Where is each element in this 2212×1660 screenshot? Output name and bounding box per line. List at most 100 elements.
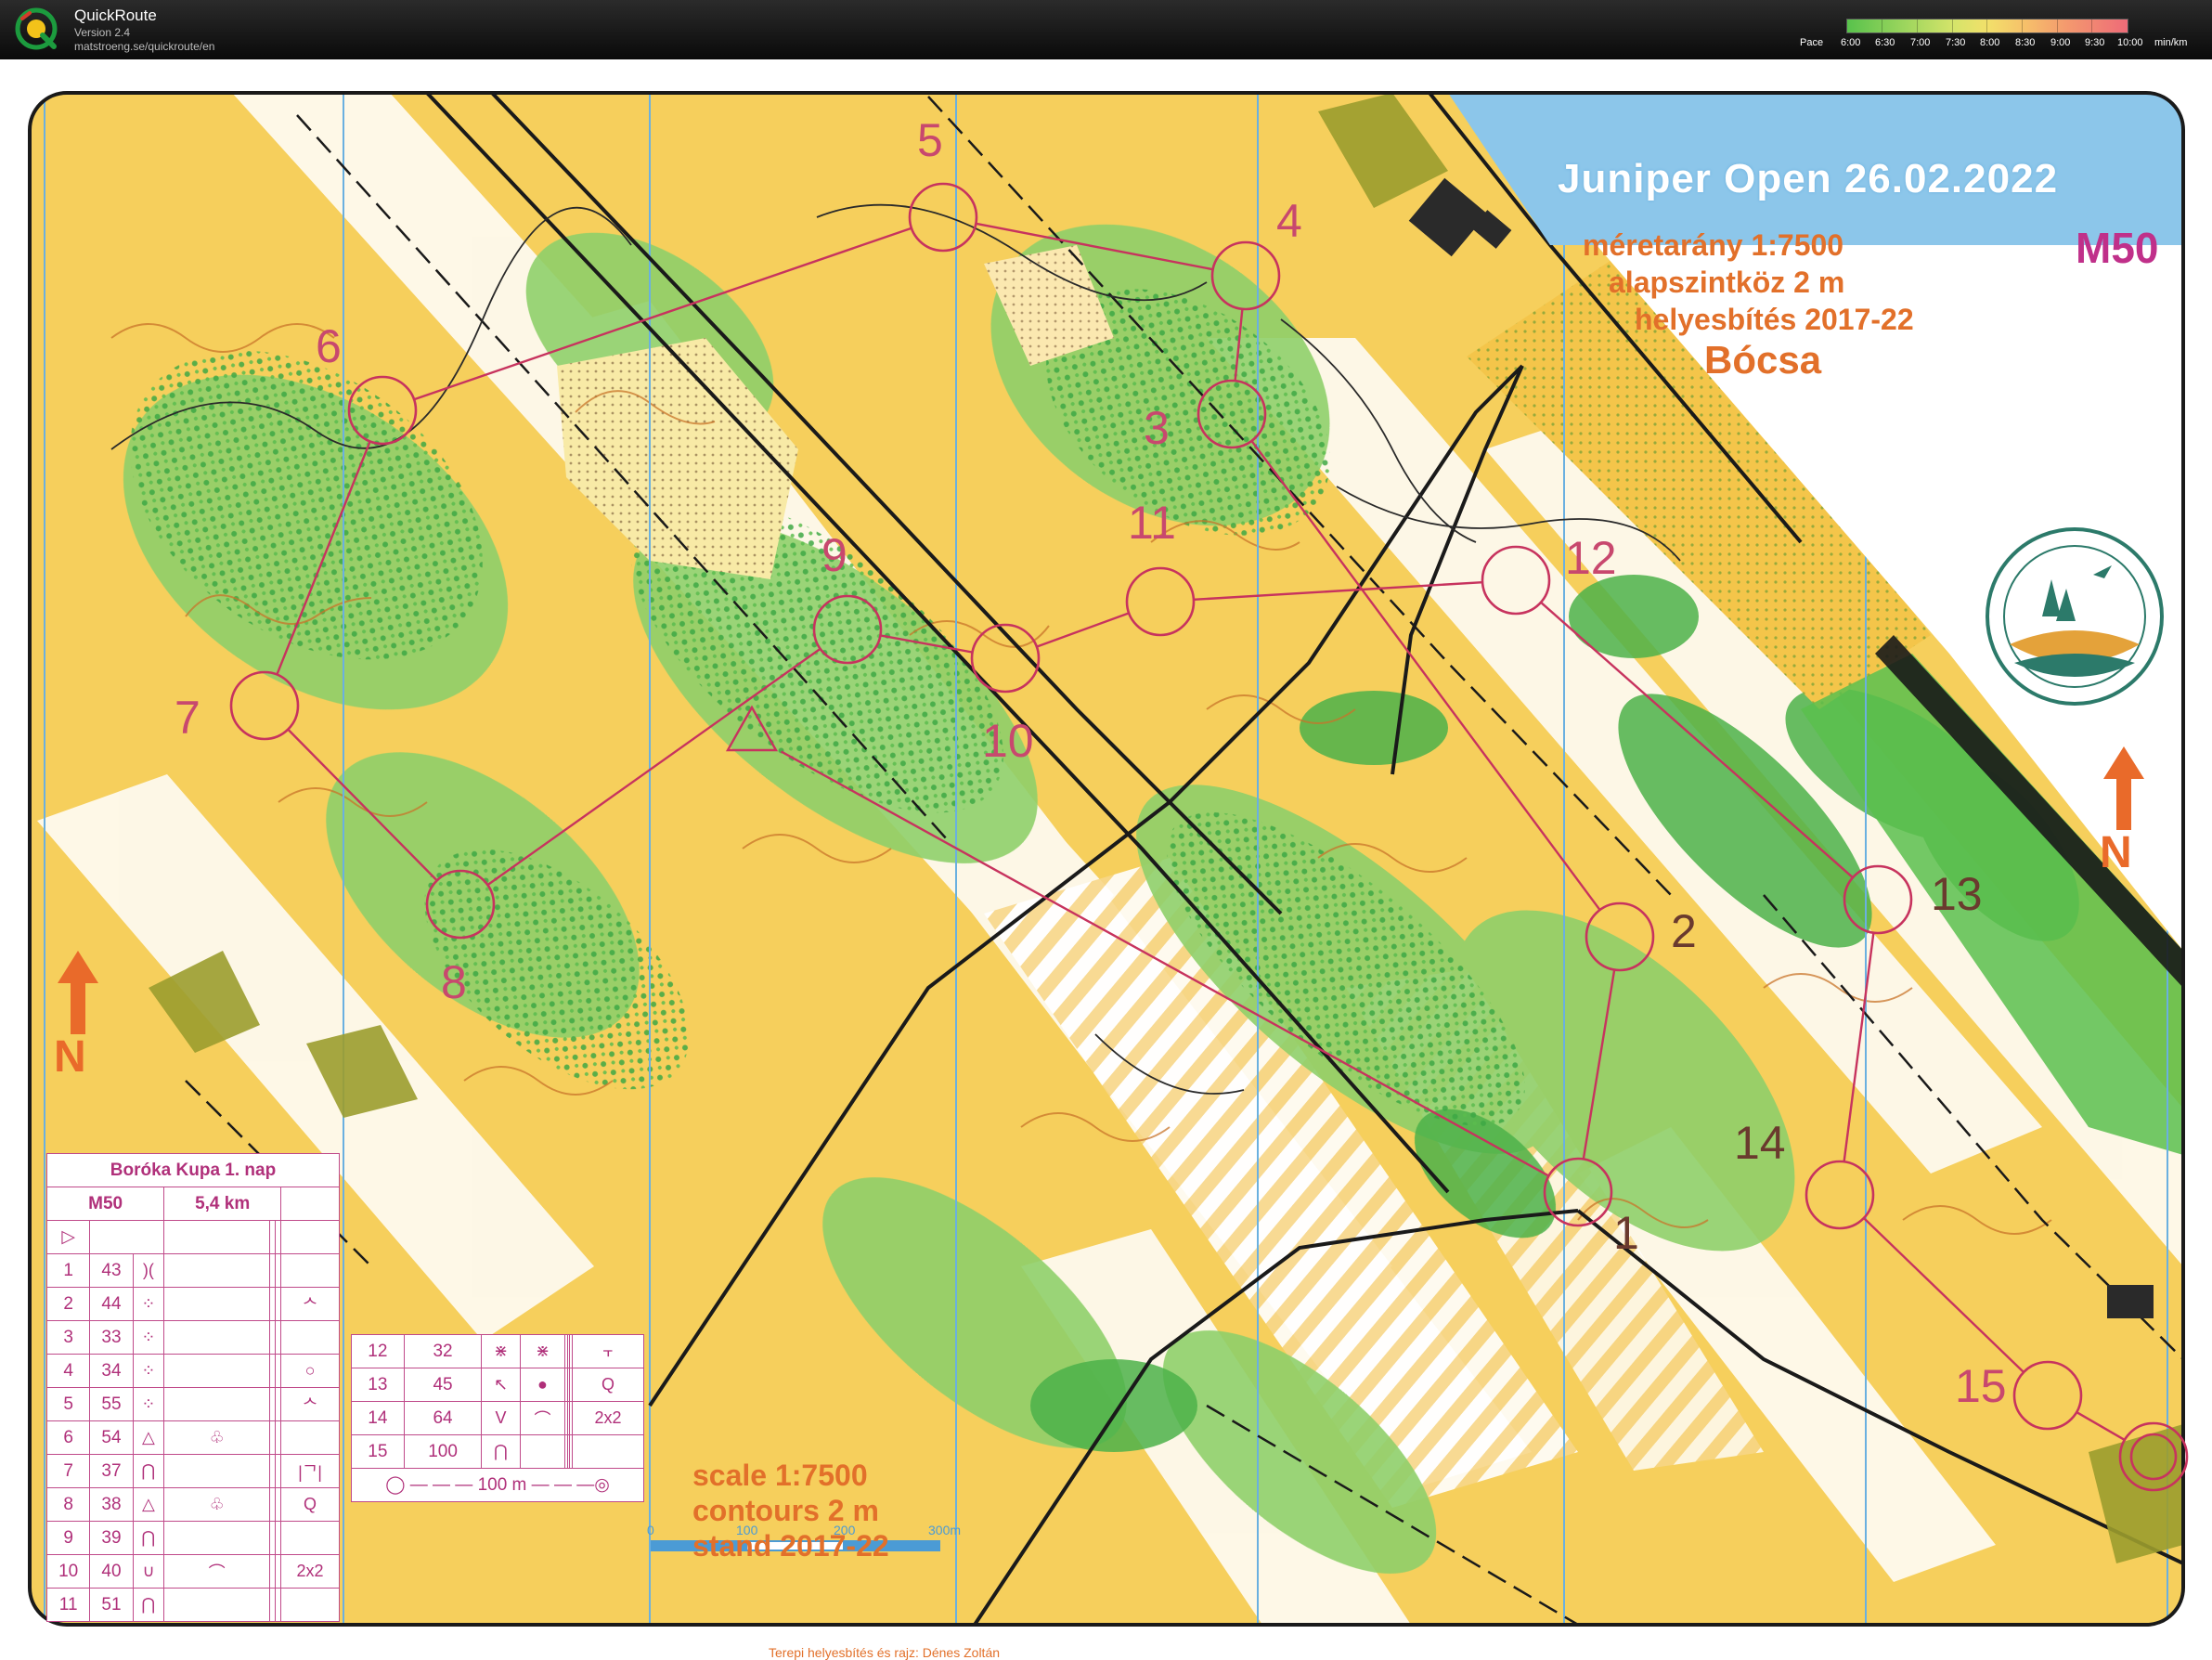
pace-tick: 7:00 bbox=[1910, 37, 1931, 48]
national-park-logo bbox=[1986, 527, 2164, 706]
position-symbol: 2x2 bbox=[280, 1554, 340, 1589]
control-number-13: 13 bbox=[1931, 868, 1983, 920]
control-code: 54 bbox=[89, 1420, 134, 1455]
pace-label: Pace bbox=[1800, 37, 1824, 48]
pace-tick: 6:30 bbox=[1875, 37, 1895, 48]
feature-detail-symbol bbox=[163, 1588, 271, 1622]
position-symbol: Q bbox=[571, 1368, 645, 1402]
description-row: 10 40 ∪ ⌒ 2x2 bbox=[45, 1554, 340, 1589]
description-row: 3 33 ⁘ bbox=[45, 1320, 340, 1355]
control-seq-number: 11 bbox=[45, 1588, 91, 1622]
position-symbol bbox=[280, 1521, 340, 1555]
description-row: 15 100 ⋂ bbox=[351, 1434, 645, 1469]
pace-tick: min/km bbox=[2154, 37, 2188, 48]
position-symbol bbox=[280, 1320, 340, 1355]
feature-detail-symbol: ⌒ bbox=[163, 1554, 271, 1589]
control-seq-number: 10 bbox=[45, 1554, 91, 1589]
control-seq-number: 5 bbox=[45, 1387, 91, 1421]
control-description-sheet: Boróka Kupa 1. nap M50 5,4 km ▷ 1 43)(2 44… bbox=[45, 1153, 340, 1622]
feature-symbol: ⋂ bbox=[132, 1588, 165, 1622]
map-contours-en: contours 2 m bbox=[692, 1494, 879, 1527]
svg-text:N: N bbox=[54, 1032, 86, 1082]
control-number-10: 10 bbox=[982, 715, 1034, 767]
feature-symbol: ⋂ bbox=[132, 1454, 165, 1488]
control-number-7: 7 bbox=[175, 692, 201, 744]
position-symbol: |ᄀ| bbox=[280, 1454, 340, 1488]
feature-detail-symbol: ♧ bbox=[163, 1487, 271, 1522]
position-symbol: 2x2 bbox=[571, 1401, 645, 1435]
control-number-11: 11 bbox=[1128, 497, 1176, 549]
control-code: 45 bbox=[403, 1368, 483, 1402]
position-symbol: Q bbox=[280, 1487, 340, 1522]
position-symbol bbox=[280, 1588, 340, 1622]
control-seq-number: 1 bbox=[45, 1253, 91, 1288]
feature-symbol: ↖ bbox=[481, 1368, 521, 1402]
control-code: 55 bbox=[89, 1387, 134, 1421]
scale-bar-label: 300m bbox=[928, 1523, 962, 1537]
pace-ticks: 6:00 6:30 7:00 7:30 8:00 8:30 9:00 9:30 … bbox=[1841, 37, 2199, 50]
feature-symbol: V bbox=[481, 1401, 521, 1435]
description-row: 14 64 V ⌒ 2x2 bbox=[351, 1401, 645, 1435]
position-symbol: ᄉ bbox=[280, 1387, 340, 1421]
description-row: 9 39 ⋂ bbox=[45, 1521, 340, 1555]
pace-tick: 9:30 bbox=[2085, 37, 2105, 48]
quickroute-logo-icon bbox=[15, 7, 58, 50]
description-row: 7 37 ⋂ |ᄀ| bbox=[45, 1454, 340, 1488]
control-seq-number: 14 bbox=[351, 1401, 405, 1435]
control-seq-number: 9 bbox=[45, 1521, 91, 1555]
position-symbol bbox=[280, 1253, 340, 1288]
position-symbol bbox=[280, 1420, 340, 1455]
pace-tick: 8:30 bbox=[2015, 37, 2036, 48]
feature-symbol: △ bbox=[132, 1420, 165, 1455]
course-class-label: M50 bbox=[2076, 224, 2159, 272]
finish-double-circle-icon: — — —◎ bbox=[531, 1475, 610, 1495]
control-code: 33 bbox=[89, 1320, 134, 1355]
control-code: 34 bbox=[89, 1354, 134, 1388]
feature-detail-symbol: ⌒ bbox=[519, 1401, 566, 1435]
feature-symbol: ⁘ bbox=[132, 1387, 165, 1421]
map-stand-en: stand 2017-22 bbox=[692, 1529, 889, 1563]
feature-symbol: ⋇ bbox=[481, 1334, 521, 1368]
pace-tick: 10:00 bbox=[2117, 37, 2143, 48]
control-description-sheet-continued: 12 32 ⋇ ⋇ ⫟ 13 45 ↖ ● Q 14 64 V ⌒ 2x2 15 100 ⋂ ◯ — — — 10… bbox=[351, 1334, 645, 1502]
control-number-12: 12 bbox=[1565, 532, 1617, 584]
orienteering-map[interactable]: N N 0 100 200 300m Juniper Open 26.02.20… bbox=[0, 59, 2212, 1660]
control-number-6: 6 bbox=[316, 320, 342, 372]
control-code: 100 bbox=[403, 1434, 483, 1469]
control-seq-number: 7 bbox=[45, 1454, 91, 1488]
feature-symbol: )( bbox=[132, 1253, 165, 1288]
feature-detail-symbol bbox=[519, 1434, 566, 1469]
map-contour-hu: alapszintköz 2 m bbox=[1609, 266, 1845, 299]
control-number-1: 1 bbox=[1613, 1207, 1639, 1259]
description-length: 5,4 km bbox=[163, 1187, 282, 1221]
feature-symbol: ⋂ bbox=[132, 1521, 165, 1555]
app-url[interactable]: matstroeng.se/quickroute/en bbox=[74, 40, 214, 53]
control-number-5: 5 bbox=[917, 114, 943, 166]
pace-color-bar bbox=[1846, 19, 2128, 33]
control-seq-number: 3 bbox=[45, 1320, 91, 1355]
description-row: 5 55 ⁘ ᄉ bbox=[45, 1387, 340, 1421]
scale-bar-label: 0 bbox=[647, 1523, 654, 1537]
description-row: 13 45 ↖ ● Q bbox=[351, 1368, 645, 1402]
app-titlebar: QuickRoute Version 2.4 matstroeng.se/qui… bbox=[0, 0, 2212, 59]
start-triangle-icon: ▷ bbox=[45, 1220, 91, 1254]
app-version: Version 2.4 bbox=[74, 26, 131, 39]
pace-tick: 7:30 bbox=[1946, 37, 1966, 48]
control-code: 40 bbox=[89, 1554, 134, 1589]
position-symbol: ᄉ bbox=[280, 1287, 340, 1321]
position-symbol bbox=[571, 1434, 645, 1469]
control-code: 43 bbox=[89, 1253, 134, 1288]
feature-detail-symbol bbox=[163, 1454, 271, 1488]
feature-detail-symbol bbox=[163, 1521, 271, 1555]
control-seq-number: 13 bbox=[351, 1368, 405, 1402]
control-number-8: 8 bbox=[441, 956, 467, 1008]
feature-symbol: △ bbox=[132, 1487, 165, 1522]
control-code: 51 bbox=[89, 1588, 134, 1622]
feature-detail-symbol: ⋇ bbox=[519, 1334, 566, 1368]
description-row: 2 44 ⁘ ᄉ bbox=[45, 1287, 340, 1321]
feature-symbol: ⁘ bbox=[132, 1320, 165, 1355]
feature-detail-symbol bbox=[163, 1287, 271, 1321]
control-number-9: 9 bbox=[821, 529, 847, 581]
pace-tick: 8:00 bbox=[1980, 37, 2000, 48]
description-row: 12 32 ⋇ ⋇ ⫟ bbox=[351, 1334, 645, 1368]
